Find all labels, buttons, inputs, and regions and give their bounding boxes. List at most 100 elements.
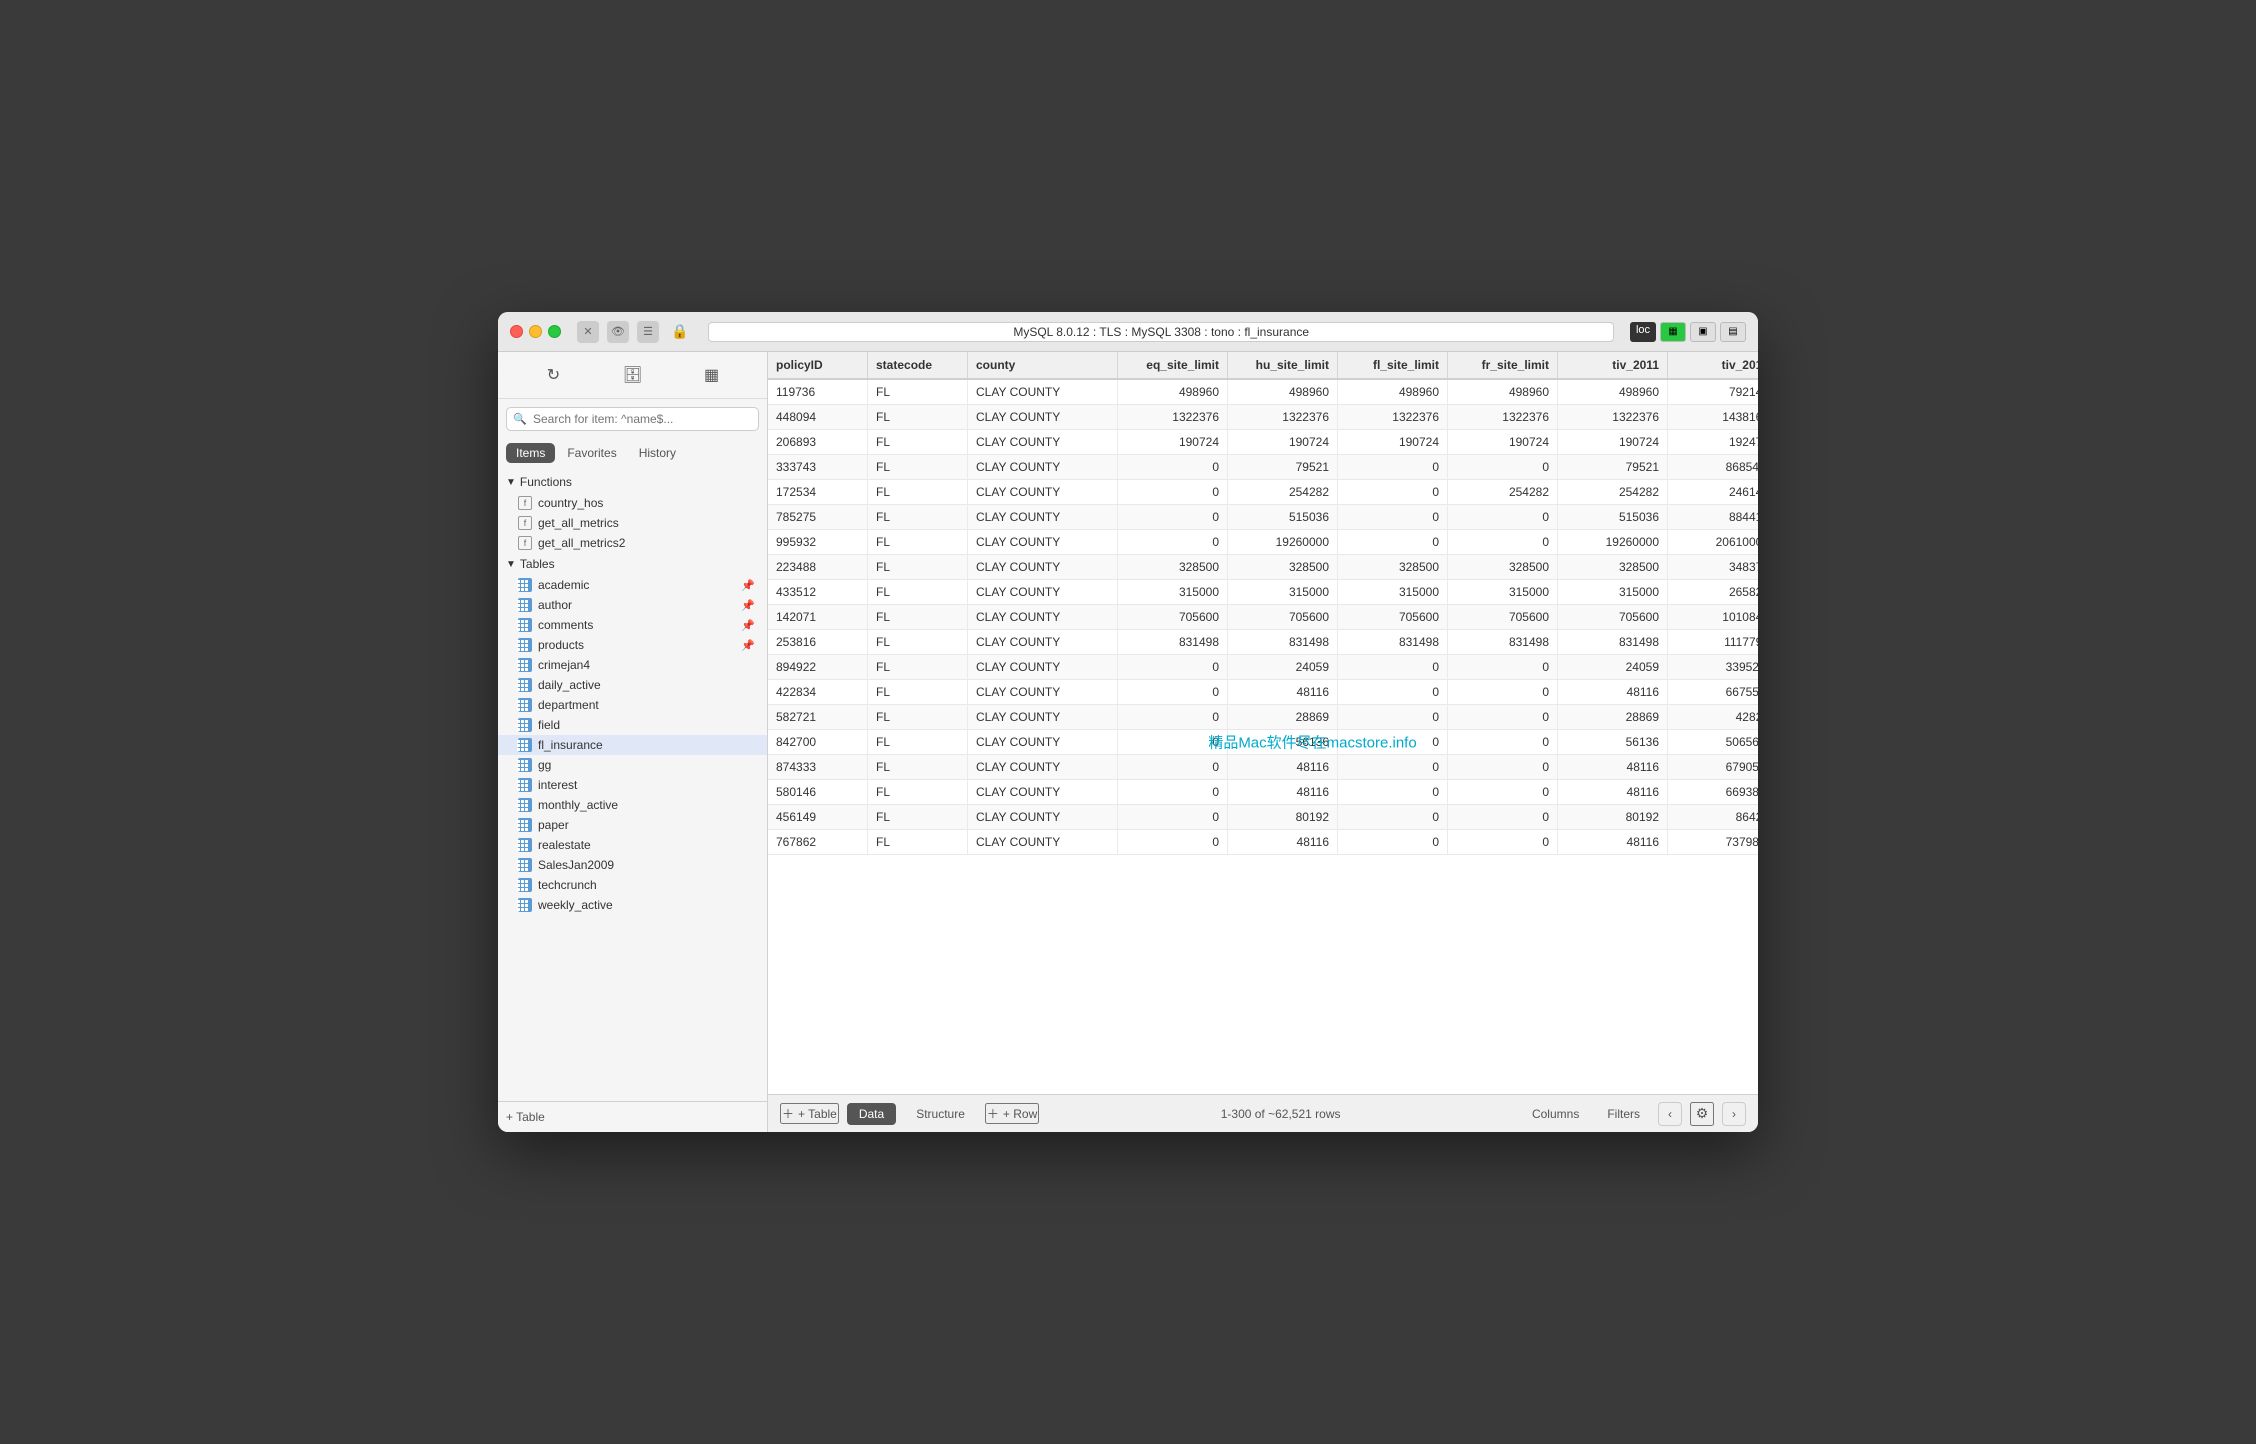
table-row[interactable]: 995932FLCLAY COUNTY019260000001926000020… — [768, 530, 1758, 555]
table-row[interactable]: 767862FLCLAY COUNTY048116004811673798.5 — [768, 830, 1758, 855]
table-cell[interactable]: 831498 — [1448, 630, 1558, 654]
table-cell[interactable]: CLAY COUNTY — [968, 680, 1118, 704]
table-cell[interactable]: CLAY COUNTY — [968, 480, 1118, 504]
table-cell[interactable]: 831498 — [1338, 630, 1448, 654]
table-cell[interactable]: 0 — [1448, 730, 1558, 754]
filters-button[interactable]: Filters — [1597, 1103, 1650, 1125]
tab-items[interactable]: Items — [506, 443, 555, 463]
table-cell[interactable]: 0 — [1118, 755, 1228, 779]
loc-button[interactable]: loc — [1630, 322, 1656, 342]
table-cell[interactable]: 48116 — [1228, 780, 1338, 804]
table-cell[interactable]: 315000 — [1448, 580, 1558, 604]
table-cell[interactable]: 1322376 — [1228, 405, 1338, 429]
table-cell[interactable]: 48116 — [1558, 755, 1668, 779]
search-box[interactable]: 🔍 — [506, 407, 759, 431]
table-row[interactable]: 582721FLCLAY COUNTY028869002886942827 — [768, 705, 1758, 730]
sidebar-item-monthly-active[interactable]: monthly_active — [498, 795, 767, 815]
functions-section-header[interactable]: ▼ Functions — [498, 471, 767, 493]
tab-favorites[interactable]: Favorites — [557, 443, 626, 463]
table-cell[interactable]: 498960 — [1558, 380, 1668, 404]
table-row[interactable]: 172534FLCLAY COUNTY025428202542822542822… — [768, 480, 1758, 505]
table-cell[interactable]: 1322376 — [1338, 405, 1448, 429]
table-cell[interactable]: 0 — [1448, 780, 1558, 804]
table-cell[interactable]: 328500 — [1228, 555, 1338, 579]
table-cell[interactable]: 265822 — [1668, 580, 1758, 604]
table-cell[interactable]: 0 — [1118, 530, 1228, 554]
table-cell[interactable]: 66755.4 — [1668, 680, 1758, 704]
table-cell[interactable]: 86854.5 — [1668, 455, 1758, 479]
table-cell[interactable]: 19260000 — [1228, 530, 1338, 554]
table-cell[interactable]: 0 — [1118, 780, 1228, 804]
table-cell[interactable]: 333743 — [768, 455, 868, 479]
table-cell[interactable]: 190724 — [1228, 430, 1338, 454]
table-cell[interactable]: 995932 — [768, 530, 868, 554]
table-cell[interactable]: 894922 — [768, 655, 868, 679]
table-cell[interactable]: 206893 — [768, 430, 868, 454]
table-cell[interactable]: FL — [868, 730, 968, 754]
table-cell[interactable]: 24059 — [1558, 655, 1668, 679]
table-cell[interactable]: 498960 — [1118, 380, 1228, 404]
table-row[interactable]: 422834FLCLAY COUNTY048116004811666755.4 — [768, 680, 1758, 705]
table-cell[interactable]: FL — [868, 705, 968, 729]
table-row[interactable]: 119736FLCLAY COUNTY498960498960498960498… — [768, 380, 1758, 405]
table-cell[interactable]: 246144 — [1668, 480, 1758, 504]
sidebar-item-realestate[interactable]: realestate — [498, 835, 767, 855]
table-cell[interactable]: CLAY COUNTY — [968, 705, 1118, 729]
sidebar-item-academic[interactable]: academic 📌 — [498, 575, 767, 595]
table-cell[interactable]: CLAY COUNTY — [968, 530, 1118, 554]
table-cell[interactable]: 0 — [1338, 805, 1448, 829]
table-cell[interactable]: 190724 — [1448, 430, 1558, 454]
table-cell[interactable]: 48116 — [1228, 680, 1338, 704]
table-cell[interactable]: CLAY COUNTY — [968, 780, 1118, 804]
columns-button[interactable]: Columns — [1522, 1103, 1589, 1125]
table-cell[interactable]: 792149 — [1668, 380, 1758, 404]
table-cell[interactable]: 86421 — [1668, 805, 1758, 829]
table-cell[interactable]: 498960 — [1228, 380, 1338, 404]
view-table-button[interactable]: ▦ — [1660, 322, 1686, 342]
table-cell[interactable]: 79521 — [1558, 455, 1668, 479]
back-icon[interactable]: ✕ — [577, 321, 599, 343]
table-cell[interactable]: FL — [868, 805, 968, 829]
add-table-button[interactable]: ＋ + Table — [780, 1103, 839, 1124]
table-cell[interactable]: 0 — [1338, 455, 1448, 479]
table-cell[interactable]: 0 — [1118, 480, 1228, 504]
table-cell[interactable]: 498960 — [1448, 380, 1558, 404]
table-cell[interactable]: 831498 — [1228, 630, 1338, 654]
table-row[interactable]: 253816FLCLAY COUNTY831498831498831498831… — [768, 630, 1758, 655]
refresh-icon[interactable]: ↻ — [539, 360, 569, 390]
table-row[interactable]: 842700FLCLAY COUNTY056136005613650656.8 — [768, 730, 1758, 755]
table-cell[interactable]: 1322376 — [1558, 405, 1668, 429]
table-cell[interactable]: FL — [868, 655, 968, 679]
view-list-button[interactable]: ▤ — [1720, 322, 1746, 342]
table-cell[interactable]: 172534 — [768, 480, 868, 504]
table-cell[interactable]: 48116 — [1228, 755, 1338, 779]
table-row[interactable]: 333743FLCLAY COUNTY079521007952186854.5 — [768, 455, 1758, 480]
table-cell[interactable]: 456149 — [768, 805, 868, 829]
table-cell[interactable]: 0 — [1338, 705, 1448, 729]
sidebar-item-interest[interactable]: interest — [498, 775, 767, 795]
table-cell[interactable]: CLAY COUNTY — [968, 430, 1118, 454]
table-cell[interactable]: 119736 — [768, 380, 868, 404]
sidebar-item-comments[interactable]: comments 📌 — [498, 615, 767, 635]
table-cell[interactable]: 433512 — [768, 580, 868, 604]
table-cell[interactable]: 254282 — [1448, 480, 1558, 504]
table-cell[interactable]: 0 — [1118, 705, 1228, 729]
table-cell[interactable]: 328500 — [1558, 555, 1668, 579]
view-split-button[interactable]: ▣ — [1690, 322, 1716, 342]
table-cell[interactable]: 315000 — [1118, 580, 1228, 604]
add-row-button[interactable]: ＋ + Row — [985, 1103, 1039, 1124]
table-cell[interactable]: CLAY COUNTY — [968, 405, 1118, 429]
table-cell[interactable]: FL — [868, 405, 968, 429]
table-cell[interactable]: 56136 — [1228, 730, 1338, 754]
table-cell[interactable]: 0 — [1118, 805, 1228, 829]
table-cell[interactable]: 20610000 — [1668, 530, 1758, 554]
table-cell[interactable]: FL — [868, 680, 968, 704]
table-cell[interactable]: 0 — [1118, 655, 1228, 679]
table-cell[interactable]: 0 — [1338, 830, 1448, 854]
eye-icon[interactable]: 👁 — [607, 321, 629, 343]
table-cell[interactable]: 33952.2 — [1668, 655, 1758, 679]
table-cell[interactable]: 0 — [1448, 805, 1558, 829]
table-cell[interactable]: 315000 — [1228, 580, 1338, 604]
table-cell[interactable]: 48116 — [1228, 830, 1338, 854]
table-cell[interactable]: FL — [868, 605, 968, 629]
